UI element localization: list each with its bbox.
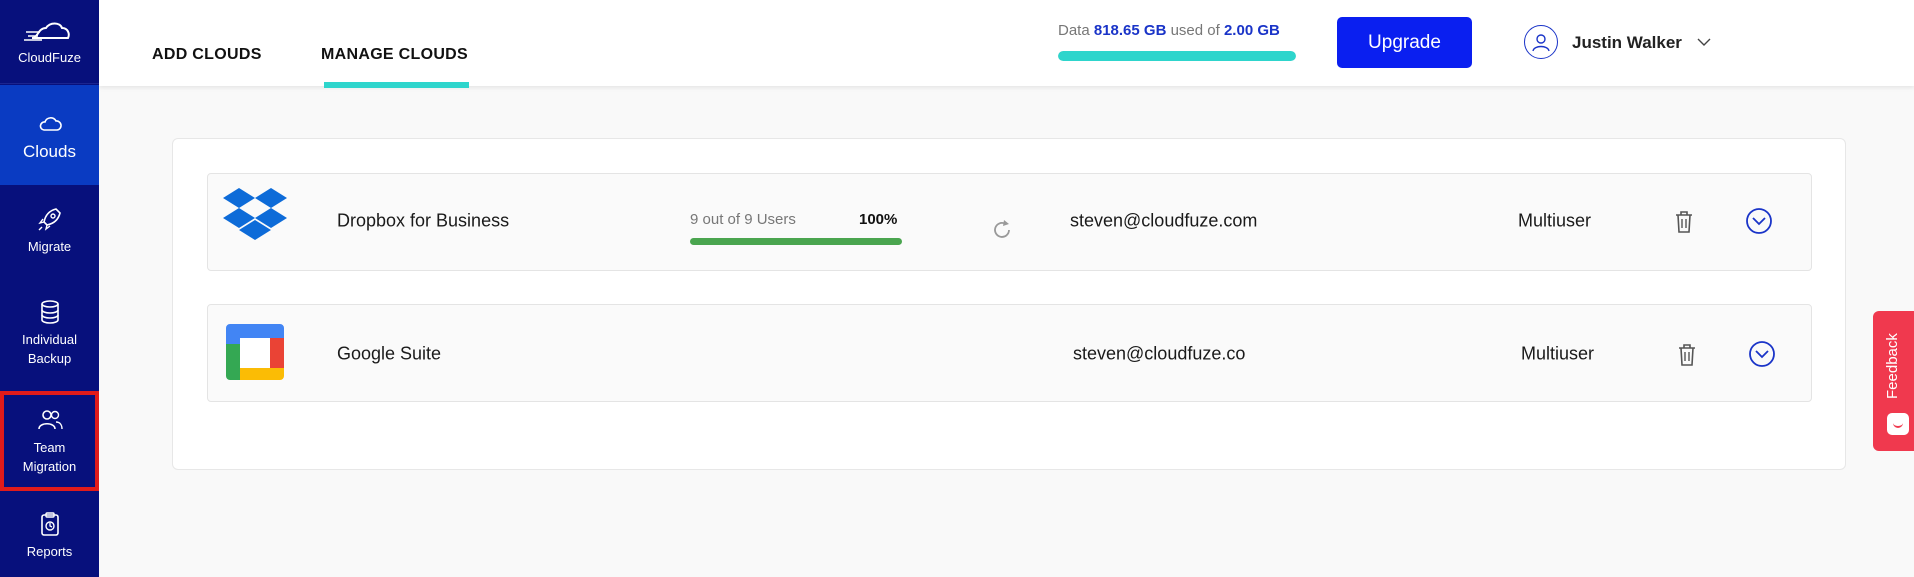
cloud-name: Dropbox for Business bbox=[337, 210, 510, 231]
database-icon bbox=[40, 299, 59, 324]
upgrade-button[interactable]: Upgrade bbox=[1337, 17, 1472, 68]
user-progress-fill bbox=[690, 238, 902, 245]
user-count: 9 out of 9 Users bbox=[690, 211, 796, 228]
storage-progress-bar bbox=[1058, 51, 1296, 61]
sidebar-item-label: Team Migration bbox=[22, 440, 77, 474]
sidebar-item-label: Migrate bbox=[27, 238, 72, 254]
top-header: ADD CLOUDS MANAGE CLOUDS Data 818.65 GB … bbox=[99, 0, 1914, 88]
cloud-icon bbox=[39, 116, 62, 131]
cloud-row-google-suite: Google Suite steven@cloudfuze.co Multius… bbox=[207, 304, 1812, 402]
team-icon bbox=[37, 410, 63, 430]
tab-add-clouds[interactable]: ADD CLOUDS bbox=[152, 46, 262, 64]
sidebar-item-label: Clouds bbox=[23, 141, 76, 161]
refresh-icon[interactable] bbox=[991, 219, 1013, 241]
dropbox-icon bbox=[223, 188, 287, 240]
rocket-icon bbox=[37, 207, 61, 231]
logo-text: CloudFuze bbox=[18, 50, 81, 65]
feedback-label: Feedback bbox=[1884, 333, 1901, 399]
cloud-email: steven@cloudfuze.co bbox=[1073, 343, 1246, 364]
cloud-row-dropbox: Dropbox for Business 9 out of 9 Users 10… bbox=[207, 173, 1812, 271]
user-icon bbox=[1532, 34, 1550, 52]
cloudfuze-logo-icon bbox=[23, 22, 70, 41]
migration-percent: 100% bbox=[859, 211, 898, 228]
user-progress-bar bbox=[690, 238, 902, 245]
avatar[interactable] bbox=[1524, 25, 1558, 59]
storage-progress-fill bbox=[1058, 51, 1296, 61]
trash-icon[interactable] bbox=[1674, 210, 1694, 234]
clipboard-icon bbox=[40, 511, 59, 536]
expand-chevron-icon[interactable] bbox=[1745, 207, 1773, 235]
feedback-button[interactable]: Feedback bbox=[1873, 311, 1914, 451]
cloud-type: Multiuser bbox=[1521, 343, 1595, 364]
sidebar-item-label: Reports bbox=[26, 543, 73, 559]
cloud-email: steven@cloudfuze.com bbox=[1070, 210, 1258, 231]
google-suite-icon bbox=[226, 324, 284, 380]
tab-manage-clouds[interactable]: MANAGE CLOUDS bbox=[321, 46, 468, 64]
feedback-smile-icon bbox=[1887, 413, 1909, 435]
trash-icon[interactable] bbox=[1677, 343, 1697, 367]
sidebar-item-label: Individual Backup bbox=[22, 331, 77, 366]
storage-total: 2.00 GB bbox=[1223, 22, 1280, 39]
sidebar-item-individual-backup[interactable]: Individual Backup bbox=[0, 290, 99, 375]
sidebar-item-reports[interactable]: Reports bbox=[0, 500, 99, 570]
storage-prefix: Data bbox=[1058, 22, 1090, 39]
cloudfuze-logo[interactable]: CloudFuze bbox=[0, 0, 99, 84]
cloud-name: Google Suite bbox=[337, 343, 442, 364]
storage-used: 818.65 GB bbox=[1093, 22, 1167, 39]
user-name[interactable]: Justin Walker bbox=[1572, 33, 1682, 53]
sidebar-item-team-migration[interactable]: Team Migration bbox=[0, 391, 99, 491]
sidebar-item-clouds[interactable]: Clouds bbox=[0, 85, 99, 185]
sidebar: CloudFuze Clouds Migrate Individual Back… bbox=[0, 0, 99, 577]
storage-usage-text: Data 818.65 GB used of 2.00 GB bbox=[1058, 22, 1298, 39]
expand-chevron-icon[interactable] bbox=[1748, 340, 1776, 368]
storage-middle: used of bbox=[1170, 22, 1220, 39]
sidebar-item-migrate[interactable]: Migrate bbox=[0, 195, 99, 265]
cloud-type: Multiuser bbox=[1518, 210, 1592, 231]
chevron-down-icon[interactable] bbox=[1697, 37, 1711, 47]
active-tab-indicator bbox=[324, 82, 469, 88]
